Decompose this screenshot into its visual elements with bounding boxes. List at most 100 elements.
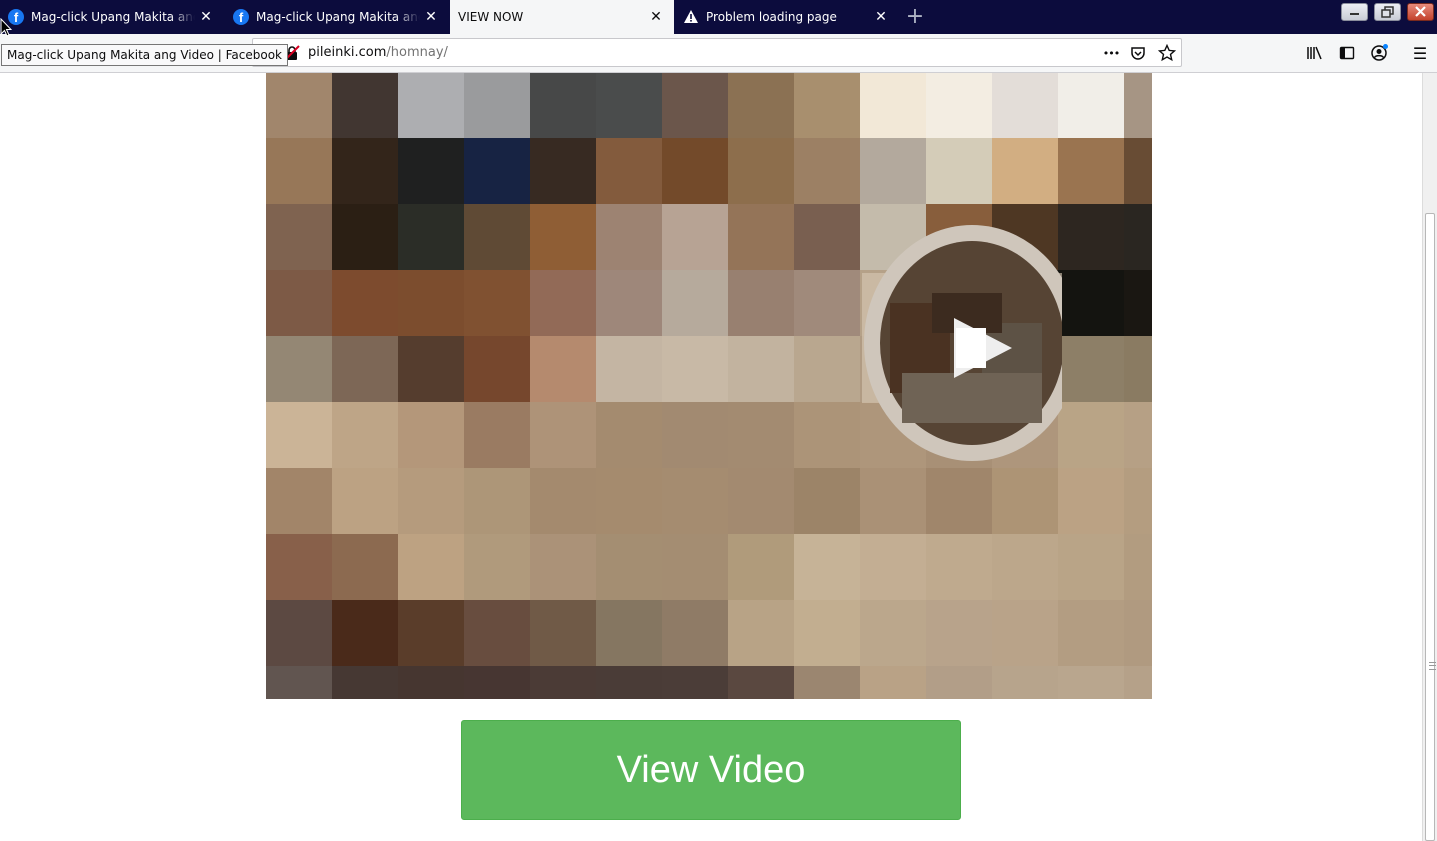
minimize-button[interactable] [1341,3,1368,21]
mosaic-tile [596,336,662,402]
mosaic-tile [530,336,596,402]
mosaic-tile [1058,336,1124,402]
mosaic-tile [1058,270,1124,336]
mosaic-tile [332,336,398,402]
mosaic-tile [332,204,398,270]
mosaic-tile [530,468,596,534]
mosaic-tile [464,73,530,138]
mosaic-tile [332,138,398,204]
close-tab-icon[interactable]: ✕ [648,9,664,25]
mosaic-tile [464,534,530,600]
mosaic-tile [662,402,728,468]
mosaic-tile [728,402,794,468]
close-tab-icon[interactable]: ✕ [873,9,889,25]
mosaic-tile [530,73,596,138]
url-bar[interactable]: pileinki.com/homnay/ ••• [252,38,1182,67]
mosaic-tile [926,600,992,666]
tab-facebook-2[interactable]: f Mag-click Upang Makita ang Video | Fac… [225,0,449,34]
mosaic-tile [266,204,332,270]
mosaic-tile [662,600,728,666]
mosaic-tile [1058,468,1124,534]
close-tab-icon[interactable]: ✕ [423,9,439,25]
mosaic-tile [860,468,926,534]
mosaic-tile [992,666,1058,699]
mosaic-tile [266,270,332,336]
tab-title: Mag-click Upang Makita ang Video | Faceb… [31,10,195,24]
mosaic-tile [728,73,794,138]
url-text[interactable]: pileinki.com/homnay/ [308,45,448,60]
mosaic-tile [662,534,728,600]
bookmark-star-icon[interactable] [1158,44,1176,62]
mosaic-tile [728,534,794,600]
account-icon[interactable] [1369,43,1389,63]
mosaic-tile [1058,402,1124,468]
mosaic-tile [266,468,332,534]
mosaic-tile [596,468,662,534]
new-tab-button[interactable]: + [903,5,927,29]
pocket-icon[interactable] [1130,45,1146,61]
mosaic-tile [266,600,332,666]
mosaic-tile [860,534,926,600]
url-domain: pileinki.com [308,45,387,60]
menu-icon[interactable]: ☰ [1410,43,1430,63]
mosaic-tile [926,73,992,138]
mosaic-tile [1124,666,1152,699]
mosaic-tile [398,600,464,666]
mosaic-tile [1058,73,1124,138]
tab-facebook-1[interactable]: f Mag-click Upang Makita ang Video | Fac… [0,0,224,34]
library-icon[interactable] [1305,44,1325,62]
mosaic-tile [464,600,530,666]
mosaic-tile [266,534,332,600]
sidebar-icon[interactable] [1338,44,1356,62]
mosaic-tile [596,270,662,336]
mosaic-tile [530,204,596,270]
tab-view-now[interactable]: VIEW NOW ✕ [450,0,674,34]
url-path: /homnay/ [386,45,448,60]
mosaic-tile [398,204,464,270]
restore-button[interactable] [1374,3,1401,21]
mosaic-tile [992,73,1058,138]
mosaic-tile [530,138,596,204]
mosaic-tile [596,73,662,138]
scrollbar-grip-icon [1429,662,1436,670]
mosaic-tile [794,666,860,699]
tab-title: Problem loading page [706,10,837,24]
mosaic-tile [1058,138,1124,204]
mosaic-tile [464,270,530,336]
mosaic-tile [794,402,860,468]
mosaic-tile [662,270,728,336]
mosaic-tile [332,73,398,138]
mosaic-tile [398,534,464,600]
mosaic-tile [992,534,1058,600]
page-scrollbar[interactable] [1422,73,1437,841]
video-thumbnail[interactable] [266,73,1152,699]
tab-tooltip: Mag-click Upang Makita ang Video | Faceb… [1,44,289,66]
view-video-button[interactable]: View Video [461,720,961,820]
close-tab-icon[interactable]: ✕ [198,9,214,25]
mosaic-tile [728,204,794,270]
scrollbar-thumb[interactable] [1425,213,1436,841]
mosaic-tile [992,600,1058,666]
mosaic-tile [662,336,728,402]
page-actions-icon[interactable]: ••• [1101,44,1121,62]
close-window-button[interactable] [1407,3,1434,21]
mosaic-tile [728,666,794,699]
mosaic-tile [728,138,794,204]
mosaic-tile [1058,204,1124,270]
tab-title: VIEW NOW [458,10,524,24]
tab-problem-loading[interactable]: Problem loading page ✕ [675,0,899,34]
mosaic-tile [662,73,728,138]
facebook-icon: f [233,9,249,25]
mosaic-tile [926,138,992,204]
mosaic-tile [464,138,530,204]
mosaic-tile [728,270,794,336]
mosaic-tile [596,534,662,600]
mosaic-tile [530,534,596,600]
mosaic-tile [794,204,860,270]
mosaic-tile [860,666,926,699]
mosaic-tile [266,138,332,204]
mosaic-tile [464,336,530,402]
mosaic-tile [662,468,728,534]
mosaic-tile [1058,534,1124,600]
mosaic-tile [398,138,464,204]
